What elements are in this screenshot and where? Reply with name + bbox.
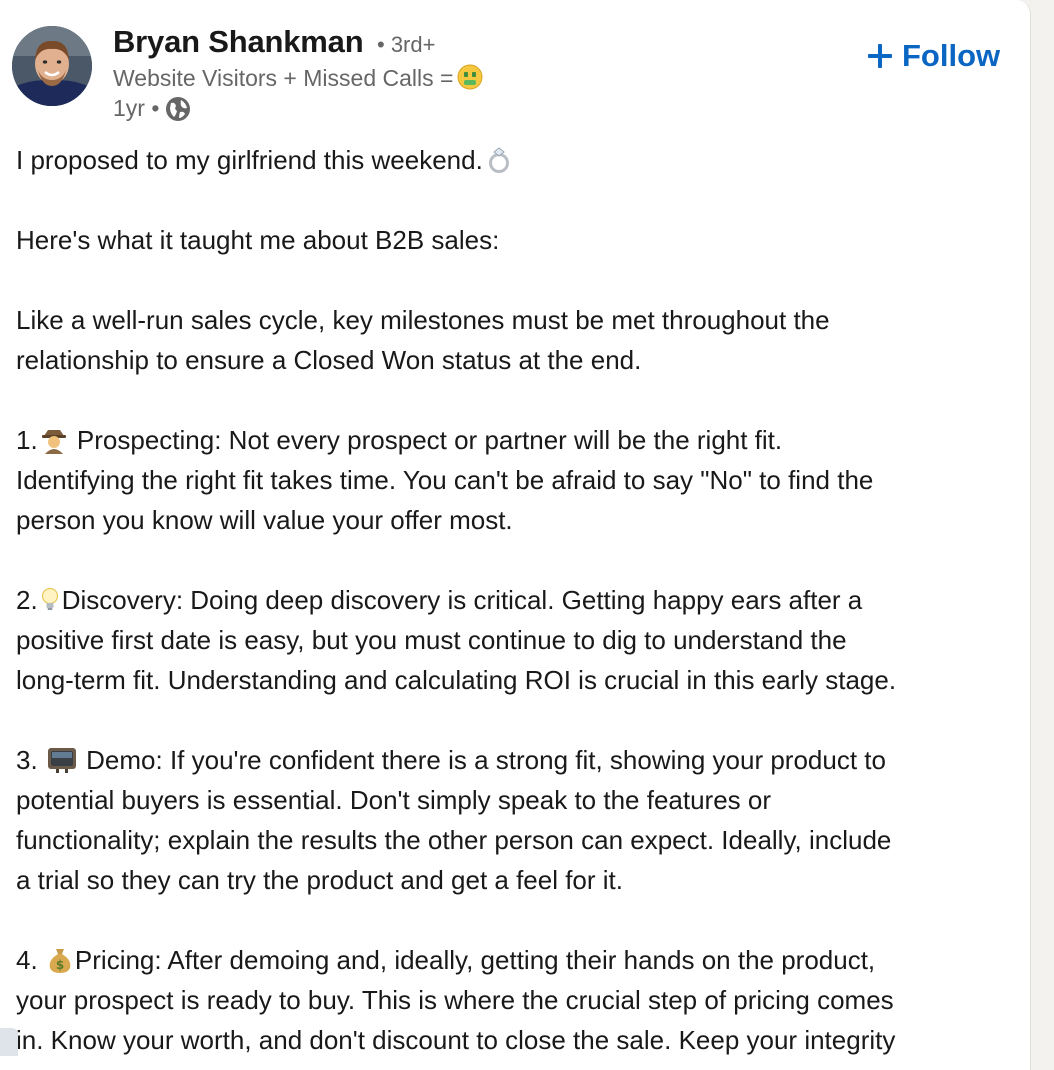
collapsed-side-tab[interactable] — [0, 1028, 18, 1056]
feed-post-card: Bryan Shankman • 3rd+ Website Visitors +… — [0, 0, 1031, 1070]
post-line: Identifying the right fit takes time. Yo… — [16, 465, 874, 495]
post-meta: 1yr • — [113, 95, 191, 128]
post-line: 1. Prospecting: Not every prospect or pa… — [16, 420, 1016, 460]
post-line: functionality; explain the results the o… — [16, 825, 892, 855]
money-mouth-face-icon — [457, 64, 483, 96]
post-text: I proposed to my girlfriend this weekend… — [16, 140, 1016, 1060]
post-line: Like a well-run sales cycle, key milesto… — [16, 305, 830, 335]
author-name[interactable]: Bryan Shankman — [113, 24, 364, 60]
author-avatar[interactable] — [12, 26, 92, 106]
post-line: 4. $ Pricing: After demoing and, ideally,… — [16, 940, 1016, 980]
post-line-text: Pricing: After demoing and, ideally, get… — [74, 945, 876, 975]
post-header: Bryan Shankman • 3rd+ Website Visitors +… — [0, 0, 1030, 135]
post-line: your prospect is ready to buy. This is w… — [16, 985, 894, 1015]
post-line: relationship to ensure a Closed Won stat… — [16, 345, 642, 375]
connection-degree: • 3rd+ — [377, 32, 436, 57]
list-number: 1. — [16, 425, 38, 455]
post-line: Here's what it taught me about B2B sales… — [16, 225, 500, 255]
post-line-text: I proposed to my girlfriend this weekend… — [16, 145, 483, 175]
globe-icon — [165, 96, 191, 128]
author-headline: Website Visitors + Missed Calls = — [113, 64, 483, 96]
author-headline-text: Website Visitors + Missed Calls = — [113, 65, 454, 91]
list-number: 3. — [16, 745, 38, 775]
post-line: I proposed to my girlfriend this weekend… — [16, 140, 1016, 180]
post-line-text: Discovery: Doing deep discovery is criti… — [61, 585, 863, 615]
detective-icon — [40, 425, 68, 465]
post-line: potential buyers is essential. Don't sim… — [16, 785, 772, 815]
svg-text:$: $ — [56, 958, 64, 972]
post-line: a trial so they can try the product and … — [16, 865, 624, 895]
post-timestamp: 1yr • — [113, 95, 160, 121]
list-number: 2. — [16, 585, 38, 615]
post-line: person you know will value your offer mo… — [16, 505, 513, 535]
post-line-text: Demo: If you're confident there is a str… — [86, 745, 886, 775]
follow-label: Follow — [902, 38, 1001, 73]
post-line: in. Know your worth, and don't discount … — [16, 1025, 896, 1055]
author-photo — [12, 26, 92, 106]
post-line: 2. Discovery: Doing deep discovery is cri… — [16, 580, 1016, 620]
television-icon — [47, 745, 77, 785]
list-number: 4. — [16, 945, 38, 975]
post-line: 3. Demo: If you're confident there is a … — [16, 740, 1016, 780]
post-line-text: Prospecting: Not every prospect or partn… — [76, 425, 783, 455]
ring-icon — [485, 144, 515, 185]
post-line: positive first date is easy, but you mus… — [16, 625, 847, 655]
money-bag-icon: $ — [47, 945, 73, 985]
light-bulb-icon — [40, 585, 60, 625]
post-line: long-term fit. Understanding and calcula… — [16, 665, 897, 695]
plus-icon — [868, 44, 892, 68]
follow-button[interactable]: Follow — [860, 34, 1008, 78]
